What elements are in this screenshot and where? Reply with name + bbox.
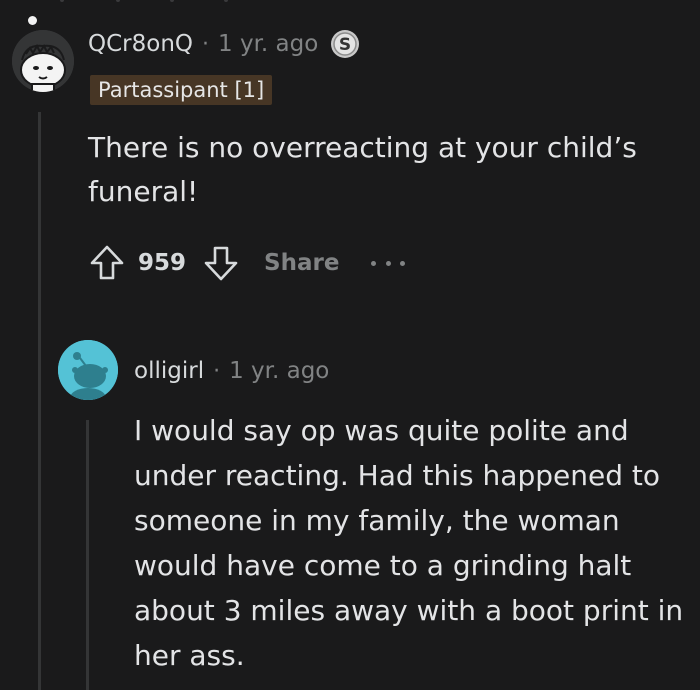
comment-meta: olligirl · 1 yr. ago	[134, 353, 329, 389]
upvote-button[interactable]	[86, 242, 128, 284]
share-button[interactable]: Share	[264, 250, 339, 276]
comment-body: I would say op was quite polite and unde…	[134, 414, 684, 672]
thread-collapse-line[interactable]	[38, 112, 41, 690]
downvote-button[interactable]	[200, 242, 242, 284]
avatar[interactable]	[58, 340, 118, 400]
downvote-arrow-icon	[204, 246, 238, 281]
comment-thread: QCr8onQ · 1 yr. ago S Partassipant [1] T…	[0, 0, 700, 690]
username[interactable]: QCr8onQ	[88, 31, 193, 57]
timestamp[interactable]: 1 yr. ago	[229, 358, 329, 384]
username[interactable]: olligirl	[134, 358, 204, 384]
silver-coin-icon: S	[330, 29, 360, 59]
snoo-avatar-icon	[12, 30, 74, 92]
meta-separator: ·	[213, 358, 221, 384]
avatar-badge-dot	[28, 16, 37, 25]
avatar[interactable]	[12, 30, 74, 92]
snoo-avatar-icon	[58, 340, 118, 400]
comment-actions: 959 Share	[86, 241, 406, 285]
meta-separator: ·	[202, 31, 210, 57]
user-flair: Partassipant [1]	[90, 75, 273, 105]
more-options-icon[interactable]	[371, 256, 406, 270]
upvote-arrow-icon	[90, 245, 124, 280]
svg-text:S: S	[339, 35, 351, 55]
thread-top-decoration	[24, 0, 228, 6]
vote-score: 959	[138, 250, 187, 276]
comment-meta: QCr8onQ · 1 yr. ago S	[88, 26, 360, 62]
timestamp[interactable]: 1 yr. ago	[218, 31, 318, 57]
reply-collapse-line[interactable]	[86, 420, 89, 690]
comment-body: There is no overreacting at your child’s…	[88, 131, 637, 208]
